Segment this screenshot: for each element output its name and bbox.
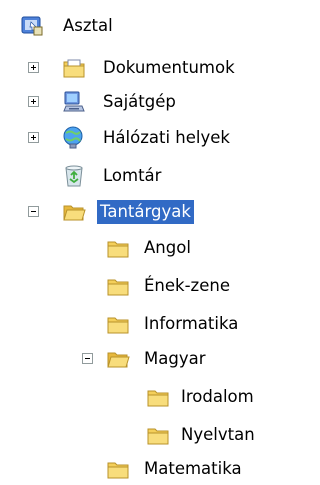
collapse-minus-icon[interactable]	[82, 353, 93, 364]
desktop-icon	[20, 14, 44, 38]
tree-item-label: Sajátgép	[103, 92, 176, 111]
tree-item-label: Hálózati helyek	[103, 128, 230, 147]
tree-item-label: Ének-zene	[144, 276, 230, 295]
expand-plus-icon[interactable]	[28, 132, 39, 143]
tree-item-label: Angol	[144, 238, 191, 257]
tree-item-network[interactable]: Hálózati helyek	[0, 124, 281, 152]
expand-plus-icon[interactable]	[28, 96, 39, 107]
tree-item-my-computer[interactable]: Sajátgép	[0, 88, 281, 116]
tree-item-literature[interactable]: Irodalom	[0, 383, 281, 411]
tree-item-label: Tantárgyak	[97, 200, 194, 224]
tree-item-label: Irodalom	[181, 387, 254, 406]
folder-icon	[146, 385, 170, 409]
tree-item-subjects[interactable]: Tantárgyak	[0, 198, 281, 226]
tree-item-label: Asztal	[63, 16, 113, 35]
tree-item-label: Nyelvtan	[181, 425, 255, 444]
folder-icon	[146, 423, 170, 447]
tree-item-recycle-bin[interactable]: Lomtár	[0, 162, 281, 190]
folder-icon	[106, 274, 130, 298]
tree-item-label: Magyar	[144, 349, 206, 368]
folder-icon	[106, 457, 130, 481]
tree-item-label: Matematika	[144, 459, 242, 478]
tree-item-label: Informatika	[144, 314, 239, 333]
tree-item-informatics[interactable]: Informatika	[0, 310, 281, 338]
tree-item-label: Lomtár	[103, 166, 162, 185]
folder-open-icon	[62, 200, 86, 224]
tree-item-label: Dokumentumok	[103, 58, 235, 77]
tree-item-music[interactable]: Ének-zene	[0, 272, 281, 300]
recycle-bin-icon	[62, 164, 86, 188]
tree-item-hungarian[interactable]: Magyar	[0, 345, 281, 373]
folder-icon	[106, 312, 130, 336]
expand-plus-icon[interactable]	[28, 62, 39, 73]
tree-item-english[interactable]: Angol	[0, 234, 281, 262]
documents-folder-icon	[62, 56, 86, 80]
tree-item-grammar[interactable]: Nyelvtan	[0, 421, 281, 449]
network-places-icon	[60, 125, 84, 149]
folder-open-icon	[106, 347, 130, 371]
tree-item-documents[interactable]: Dokumentumok	[0, 54, 281, 82]
folder-icon	[106, 236, 130, 260]
computer-icon	[62, 90, 86, 114]
folder-tree: Asztal Dokumentumok Sajátgép Hálózati he…	[0, 0, 281, 479]
collapse-minus-icon[interactable]	[28, 206, 39, 217]
tree-item-desktop[interactable]: Asztal	[0, 12, 281, 40]
